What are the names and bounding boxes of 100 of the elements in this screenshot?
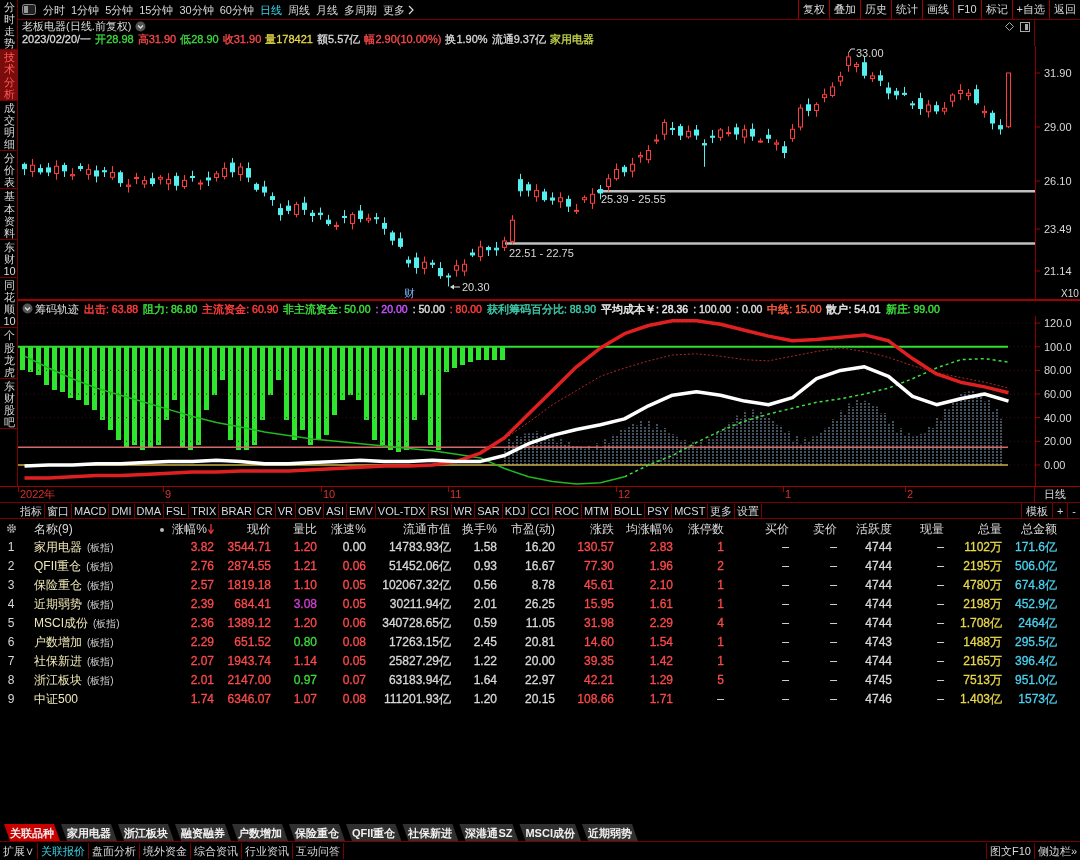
- period-tab[interactable]: 1分钟: [68, 0, 103, 19]
- indicator-tab[interactable]: PSY: [645, 503, 673, 518]
- indicator-tab[interactable]: CR: [254, 503, 276, 518]
- stock-name[interactable]: 户数增加: [34, 635, 82, 650]
- period-tab[interactable]: 30分钟: [176, 0, 217, 19]
- indicator-tab[interactable]: RSI: [428, 503, 452, 518]
- column-header[interactable]: 卖价: [813, 522, 837, 537]
- stock-name[interactable]: QFII重仓: [34, 559, 82, 574]
- related-tab[interactable]: 深港通SZ: [459, 824, 519, 841]
- side-tab[interactable]: 个股龙虎: [0, 328, 18, 379]
- indicator-tab[interactable]: BRAR: [219, 503, 255, 518]
- related-tab[interactable]: QFII重仓: [346, 824, 402, 841]
- indicator-tab[interactable]: CCI: [528, 503, 553, 518]
- stock-name[interactable]: 近期弱势: [34, 597, 82, 612]
- dropdown-icon[interactable]: [22, 303, 33, 314]
- related-tab[interactable]: 家用电器: [61, 824, 117, 841]
- related-tab[interactable]: MSCI成份: [519, 824, 581, 841]
- indicator-tab[interactable]: VOL-TDX: [375, 503, 429, 518]
- indicator-tab[interactable]: VR: [275, 503, 296, 518]
- bottom-link[interactable]: 盘面分析: [89, 843, 140, 859]
- indicator-tab[interactable]: FSL: [164, 503, 190, 518]
- column-header[interactable]: 涨跌: [590, 522, 614, 537]
- panel-toggle-icon[interactable]: [22, 4, 36, 15]
- side-tab[interactable]: 技术分析: [0, 50, 18, 101]
- column-header[interactable]: 总量: [978, 522, 1002, 537]
- indicator-value: : 50.00: [412, 301, 445, 316]
- period-tab[interactable]: 分时: [40, 0, 68, 19]
- related-tab[interactable]: 保险重仓: [289, 824, 345, 841]
- related-tab[interactable]: 近期弱势: [581, 824, 638, 841]
- bottom-link[interactable]: 关联报价: [38, 843, 89, 859]
- settings-icon[interactable]: [5, 523, 17, 535]
- period-tab[interactable]: 周线: [285, 0, 313, 19]
- table-cell-text: 1.708亿: [958, 615, 1003, 633]
- side-tab[interactable]: 成交明细: [0, 100, 18, 152]
- panel-icon[interactable]: [1020, 21, 1030, 32]
- indicator-tab[interactable]: OBV: [296, 503, 325, 518]
- indicator-tab[interactable]: 更多: [708, 503, 736, 518]
- indicator-tab[interactable]: 窗口: [45, 503, 72, 518]
- column-header[interactable]: 量比: [293, 522, 317, 537]
- indicator-tab[interactable]: SAR: [475, 503, 503, 518]
- diamond-icon[interactable]: [1005, 22, 1014, 31]
- column-header[interactable]: 活跃度: [856, 522, 892, 537]
- column-header[interactable]: 涨速%: [331, 522, 366, 537]
- side-tab[interactable]: 东财10: [0, 239, 18, 279]
- stock-name[interactable]: 保险重仓: [34, 578, 82, 593]
- indicator-tab[interactable]: 指标: [18, 503, 45, 518]
- dropdown-icon[interactable]: [135, 21, 147, 32]
- bottom-link[interactable]: 综合资讯: [191, 843, 242, 859]
- bottom-link[interactable]: 图文F10: [985, 843, 1034, 859]
- indicator-tab[interactable]: 设置: [735, 503, 763, 518]
- side-tab[interactable]: 东财股吧: [0, 378, 18, 430]
- indicator-tab[interactable]: MCST: [672, 503, 709, 518]
- column-header[interactable]: 现量: [920, 522, 944, 537]
- stock-name[interactable]: MSCI成份: [34, 616, 88, 631]
- axis-label: 0.00: [1044, 458, 1066, 471]
- side-tab[interactable]: 基本资料: [0, 189, 18, 240]
- bottom-link[interactable]: 境外资金: [140, 843, 191, 859]
- bottom-link[interactable]: 扩展∨: [0, 843, 38, 859]
- column-header[interactable]: 换手%: [462, 522, 497, 537]
- indicator-tab[interactable]: TRIX: [189, 503, 220, 518]
- column-header[interactable]: 市盈(动): [511, 522, 555, 537]
- indicator-tab[interactable]: MACD: [72, 503, 110, 518]
- bottom-link[interactable]: 互动问答: [293, 843, 344, 859]
- stock-name[interactable]: 浙江板块: [34, 673, 82, 688]
- stock-name[interactable]: 家用电器: [34, 540, 82, 555]
- side-tab[interactable]: 同花顺10: [0, 278, 18, 329]
- column-header[interactable]: 流通市值: [403, 522, 451, 537]
- indicator-tab[interactable]: ASI: [324, 503, 347, 518]
- period-tab[interactable]: 月线: [313, 0, 341, 19]
- period-tab[interactable]: 日线: [257, 0, 285, 19]
- period-tab[interactable]: 15分钟: [136, 0, 177, 19]
- indicator-tab[interactable]: WR: [451, 503, 476, 518]
- stock-name[interactable]: 中证500: [34, 692, 79, 707]
- period-tab[interactable]: 60分钟: [216, 0, 257, 19]
- indicator-tab[interactable]: KDJ: [502, 503, 529, 518]
- related-tab[interactable]: 户数增加: [232, 824, 288, 841]
- column-header[interactable]: 均涨幅%: [626, 522, 673, 537]
- indicator-tab[interactable]: ROC: [552, 503, 582, 518]
- indicator-tab[interactable]: MTM: [582, 503, 613, 518]
- side-tab[interactable]: 分价表: [0, 151, 18, 190]
- column-header[interactable]: 名称(9): [34, 522, 73, 537]
- period-tab[interactable]: 5分钟: [102, 0, 137, 19]
- column-header[interactable]: 现价: [247, 522, 271, 537]
- related-tab[interactable]: 融资融券: [175, 824, 231, 841]
- indicator-tab[interactable]: BOLL: [612, 503, 646, 518]
- period-tab[interactable]: 多周期: [341, 0, 380, 19]
- column-header[interactable]: 涨停数: [688, 522, 724, 537]
- related-tab[interactable]: 浙江板块: [118, 824, 174, 841]
- column-header[interactable]: 涨幅%: [172, 522, 214, 537]
- more-menu-button[interactable]: 更多: [380, 0, 417, 19]
- column-header[interactable]: 总金额: [1021, 522, 1057, 537]
- indicator-tab[interactable]: EMV: [346, 503, 376, 518]
- indicator-tab[interactable]: DMI: [109, 503, 135, 518]
- bottom-link[interactable]: 行业资讯: [242, 843, 293, 859]
- column-header[interactable]: 买价: [765, 522, 789, 537]
- indicator-tab[interactable]: DMA: [134, 503, 164, 518]
- related-tab[interactable]: 社保新进: [402, 824, 459, 841]
- stock-name[interactable]: 社保新进: [34, 654, 82, 669]
- related-tab[interactable]: 关联品种: [4, 824, 60, 841]
- bottom-link[interactable]: 侧边栏»: [1033, 843, 1080, 859]
